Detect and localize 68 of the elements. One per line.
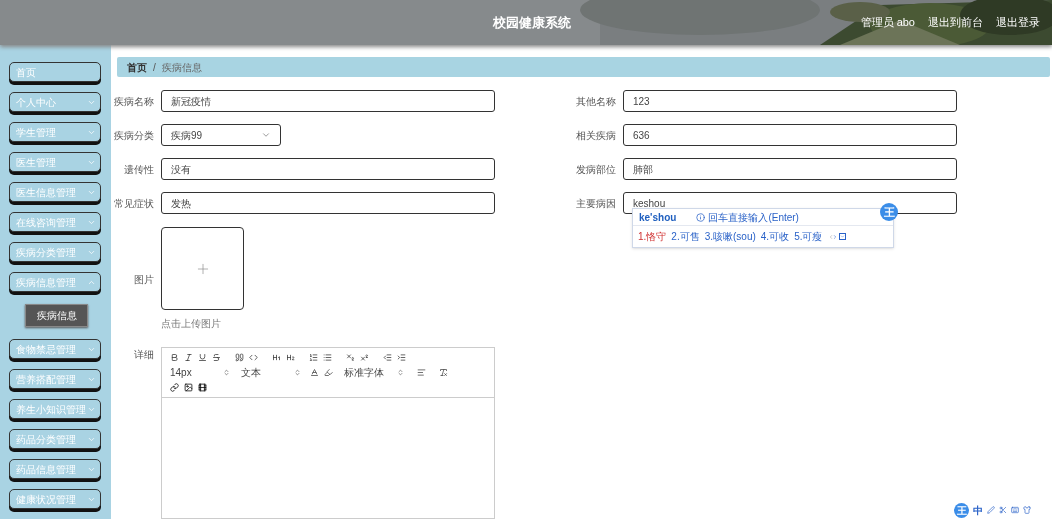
chevron-icon [261,130,271,140]
clear-format-icon[interactable] [439,368,448,377]
heading-one-icon[interactable] [272,353,281,362]
strikethrough-icon[interactable] [212,353,221,362]
input-mode[interactable]: 中 [973,502,983,518]
align-icon[interactable] [417,368,426,377]
ime-candidate[interactable]: 3.咳嗽(sou) [704,229,756,244]
shirt-icon[interactable] [1023,506,1031,514]
field-label: 主要病因 [575,196,617,211]
ime-candidate[interactable]: 2.可售 [671,229,700,244]
header-link[interactable]: 管理员 abo [860,14,915,31]
scissors-icon[interactable] [999,506,1007,514]
upload-hint: 点击上传图片 [161,317,222,331]
outdent-icon[interactable] [383,353,392,362]
heading-select[interactable]: 文本 [241,365,301,380]
text-color-icon[interactable] [310,368,319,377]
input-field[interactable]: 123 [623,90,957,112]
ime-candidate[interactable]: 1.恪守 [638,229,667,244]
field-label: 遗传性 [123,162,155,177]
field-label: 常见症状 [113,196,155,211]
image-upload-box[interactable] [161,227,244,310]
quote-icon[interactable] [235,353,244,362]
underline-icon[interactable] [198,353,207,362]
superscript-icon[interactable] [360,353,369,362]
ime-candidate[interactable]: 4.可收 [760,229,790,244]
italic-icon[interactable] [184,353,193,362]
field-label: 详细 [133,348,155,362]
select-field[interactable]: 疾病99 [161,124,281,146]
input-field[interactable]: 636 [623,124,957,146]
expand-icon[interactable] [838,233,846,240]
input-field[interactable]: 肺部 [623,158,957,180]
input-field[interactable]: 新冠疫情 [161,90,495,112]
field-label: 发病部位 [575,162,617,177]
ime-candidate[interactable]: 5.可瘦 [794,229,823,244]
rich-text-editor[interactable]: 14px 文本 标准字体 [161,347,495,519]
up-down-icon [294,369,301,376]
link-icon[interactable] [170,383,179,392]
font-size-select[interactable]: 14px [170,365,230,380]
field-label: 相关疾病 [575,128,617,143]
breadcrumb-item[interactable]: 首页 [127,59,147,75]
font-family-select[interactable]: 标准字体 [344,365,404,380]
up-down-icon [223,369,230,376]
field-label: 图片 [133,272,155,287]
input-field[interactable]: 发热 [161,192,495,214]
code-icon[interactable] [249,353,258,362]
indent-icon[interactable] [397,353,406,362]
field-label: 其他名称 [575,94,617,109]
breadcrumb-item: 疾病信息 [161,60,202,75]
header-link[interactable]: 退出登录 [996,14,1040,31]
video-icon[interactable] [198,383,207,392]
heading-two-icon[interactable] [286,353,295,362]
ime-badge[interactable]: 王 [954,502,969,518]
breadcrumb-separator: / [153,60,156,75]
submenu-item[interactable]: 疾病信息 [25,304,88,327]
field-label: 疾病分类 [113,128,155,143]
up-down-icon [397,369,404,376]
image-icon[interactable] [184,383,193,392]
ordered-list-icon[interactable] [309,353,318,362]
bold-icon[interactable] [170,353,179,362]
highlight-icon[interactable] [324,368,333,377]
header-link[interactable]: 退出到前台 [928,14,983,31]
info-icon [696,212,706,222]
field-label: 疾病名称 [113,94,155,109]
ime-badge: 王 [880,203,898,221]
input-field[interactable]: 没有 [161,158,495,180]
bullet-list-icon[interactable] [323,353,332,362]
app-title: 校园健康系统 [493,13,571,32]
subscript-icon[interactable] [346,353,355,362]
